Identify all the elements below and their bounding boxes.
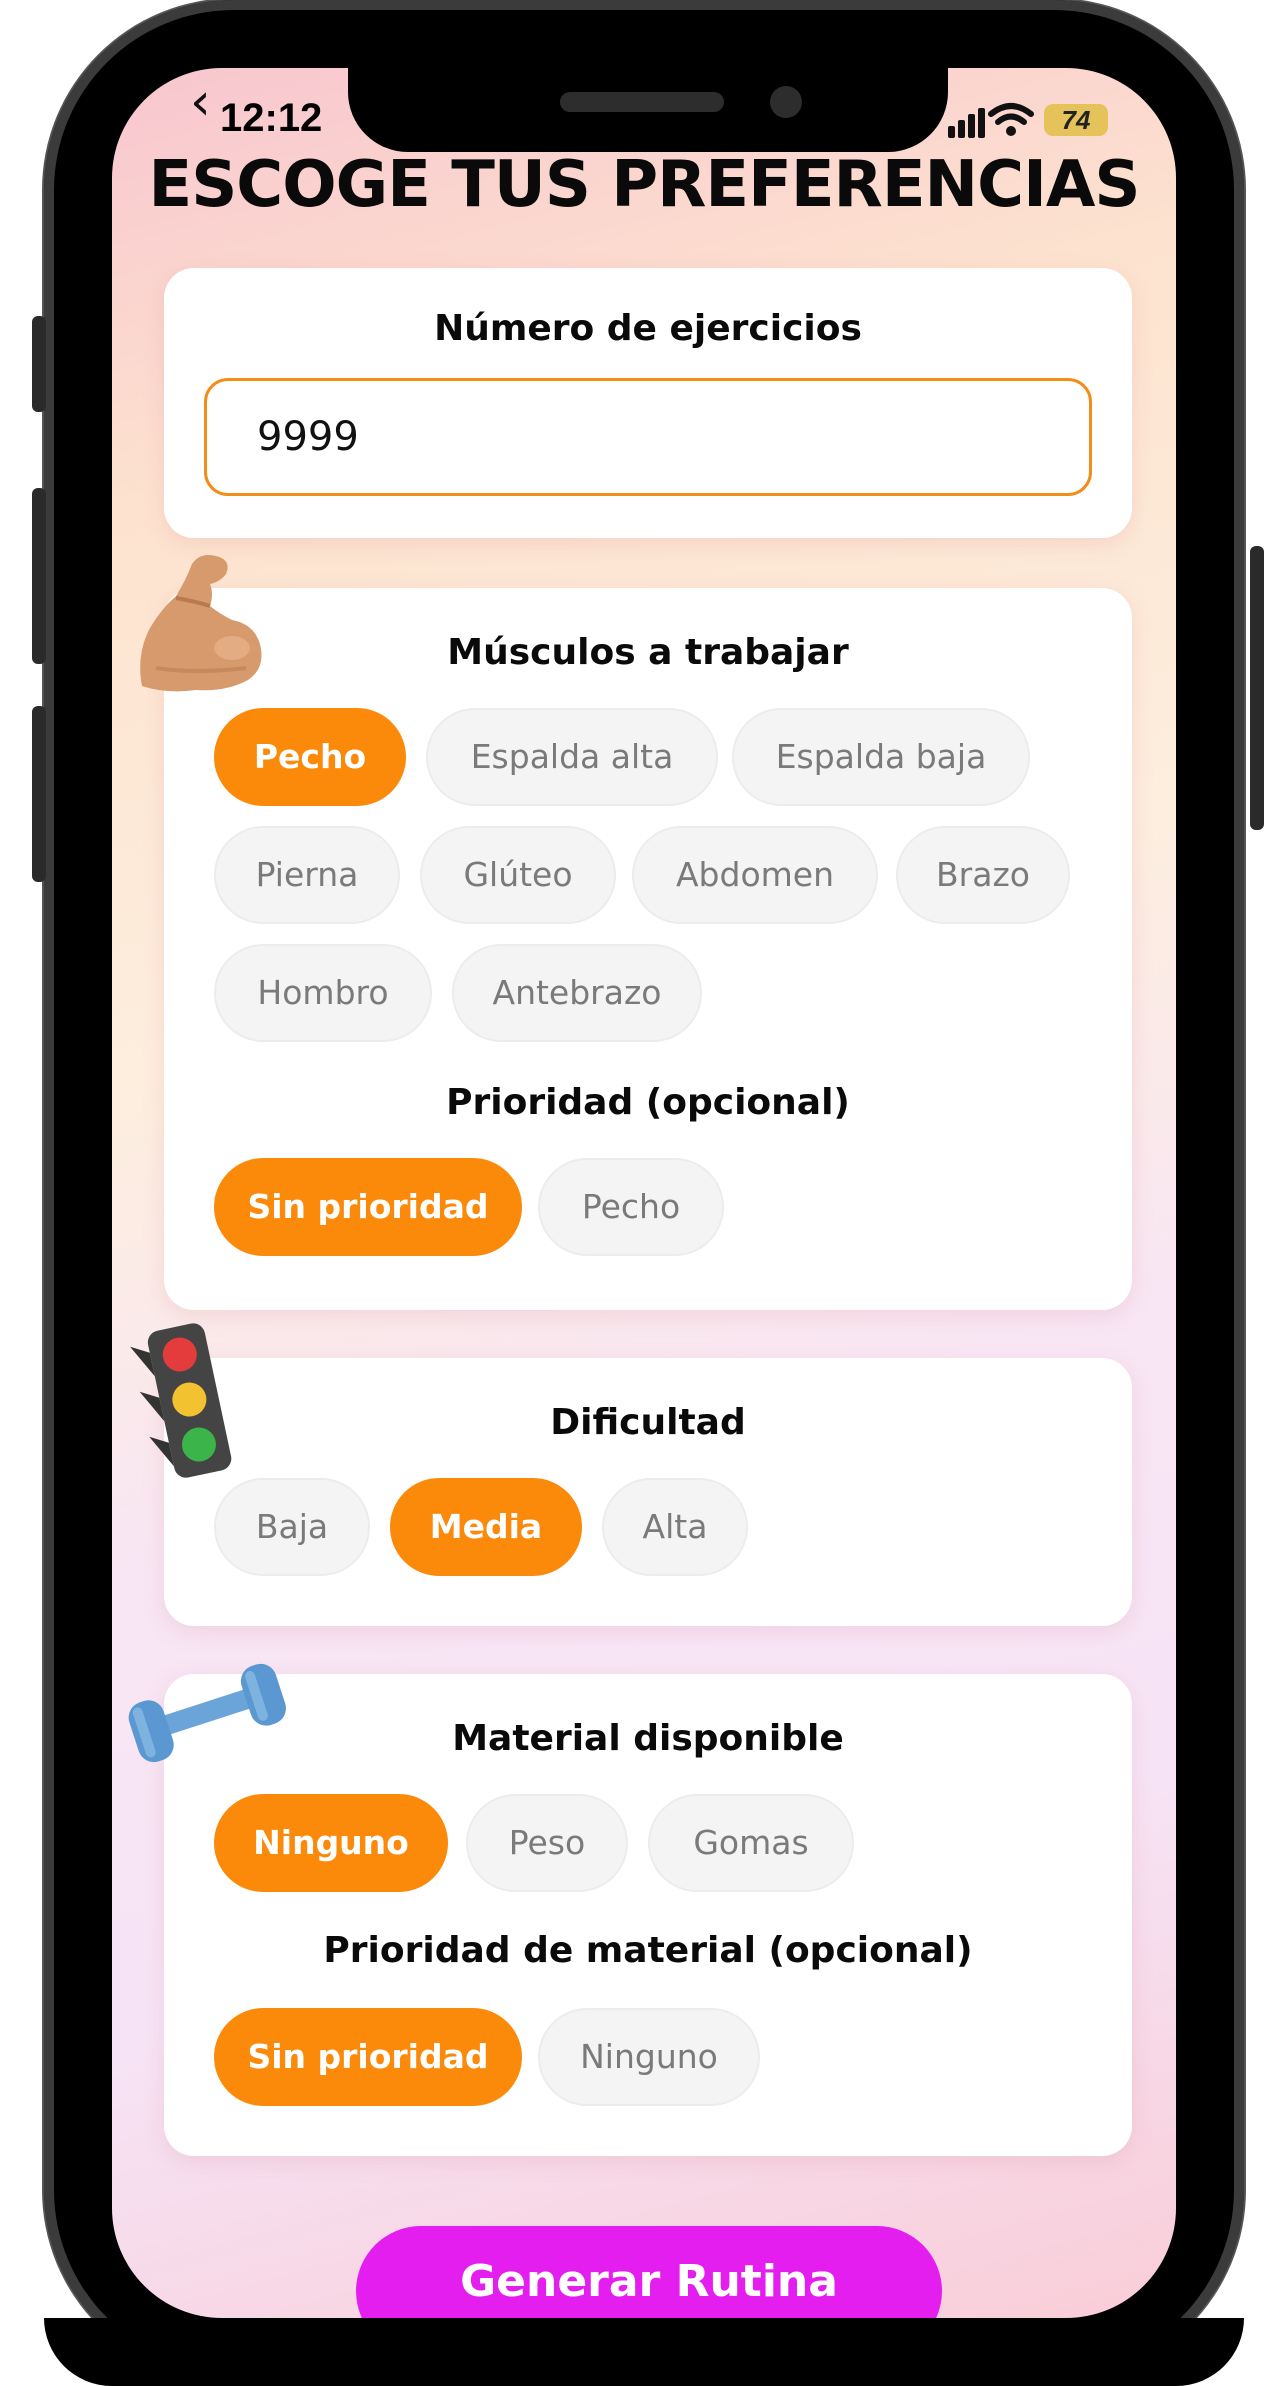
material-chip[interactable]: Gomas xyxy=(648,1794,854,1892)
material-priority-heading: Prioridad de material (opcional) xyxy=(323,1930,973,1971)
page-title: ESCOGE TUS PREFERENCIAS xyxy=(148,148,1140,222)
muscle-priority-heading: Prioridad (opcional) xyxy=(446,1082,850,1123)
muscle-chip[interactable]: Pecho xyxy=(214,708,406,806)
side-button-mute xyxy=(32,316,46,412)
speaker xyxy=(560,92,724,112)
muscles-card: Músculos a trabajar Pecho Espalda alta E… xyxy=(164,588,1132,1310)
material-card: Material disponible Ninguno Peso Gomas P… xyxy=(164,1674,1132,2156)
difficulty-card: Dificultad Baja Media Alta xyxy=(164,1358,1132,1626)
difficulty-chip[interactable]: Alta xyxy=(602,1478,748,1576)
side-button-power xyxy=(1250,546,1264,830)
generate-routine-label: Generar Rutina xyxy=(460,2256,838,2307)
exercises-heading: Número de ejercicios xyxy=(434,308,862,349)
material-priority-chip[interactable]: Ninguno xyxy=(538,2008,760,2106)
muscle-chip[interactable]: Hombro xyxy=(214,944,432,1042)
cellular-signal-icon xyxy=(948,108,985,138)
wifi-icon xyxy=(988,103,1034,136)
difficulty-heading: Dificultad xyxy=(550,1402,746,1443)
bottom-bezel xyxy=(44,2318,1244,2386)
difficulty-chip[interactable]: Media xyxy=(390,1478,582,1576)
material-heading: Material disponible xyxy=(452,1718,844,1759)
flexed-biceps-icon xyxy=(140,555,262,692)
front-camera xyxy=(770,86,802,118)
muscle-chip[interactable]: Abdomen xyxy=(632,826,878,924)
back-chevron-icon[interactable]: ‹ xyxy=(190,72,211,132)
muscle-chip[interactable]: Espalda baja xyxy=(732,708,1030,806)
battery-indicator: 74 xyxy=(1044,104,1108,136)
muscle-priority-chip[interactable]: Sin prioridad xyxy=(214,1158,522,1256)
muscle-chip[interactable]: Antebrazo xyxy=(452,944,702,1042)
dumbbell-icon xyxy=(128,1663,286,1763)
material-priority-chip[interactable]: Sin prioridad xyxy=(214,2008,522,2106)
side-button-volume-up xyxy=(32,488,46,664)
material-chip[interactable]: Peso xyxy=(466,1794,628,1892)
side-button-volume-down xyxy=(32,706,46,882)
muscle-priority-chip[interactable]: Pecho xyxy=(538,1158,724,1256)
traffic-light-icon xyxy=(130,1323,232,1478)
status-time: 12:12 xyxy=(220,96,323,140)
muscle-chip[interactable]: Pierna xyxy=(214,826,400,924)
material-chip[interactable]: Ninguno xyxy=(214,1794,448,1892)
muscle-chip[interactable]: Espalda alta xyxy=(426,708,718,806)
exercises-count-input[interactable]: 9999 xyxy=(204,378,1092,496)
muscle-chip[interactable]: Brazo xyxy=(896,826,1070,924)
difficulty-chip[interactable]: Baja xyxy=(214,1478,370,1576)
exercises-card: Número de ejercicios 9999 xyxy=(164,268,1132,538)
muscle-chip[interactable]: Glúteo xyxy=(420,826,616,924)
muscles-heading: Músculos a trabajar xyxy=(447,632,849,673)
